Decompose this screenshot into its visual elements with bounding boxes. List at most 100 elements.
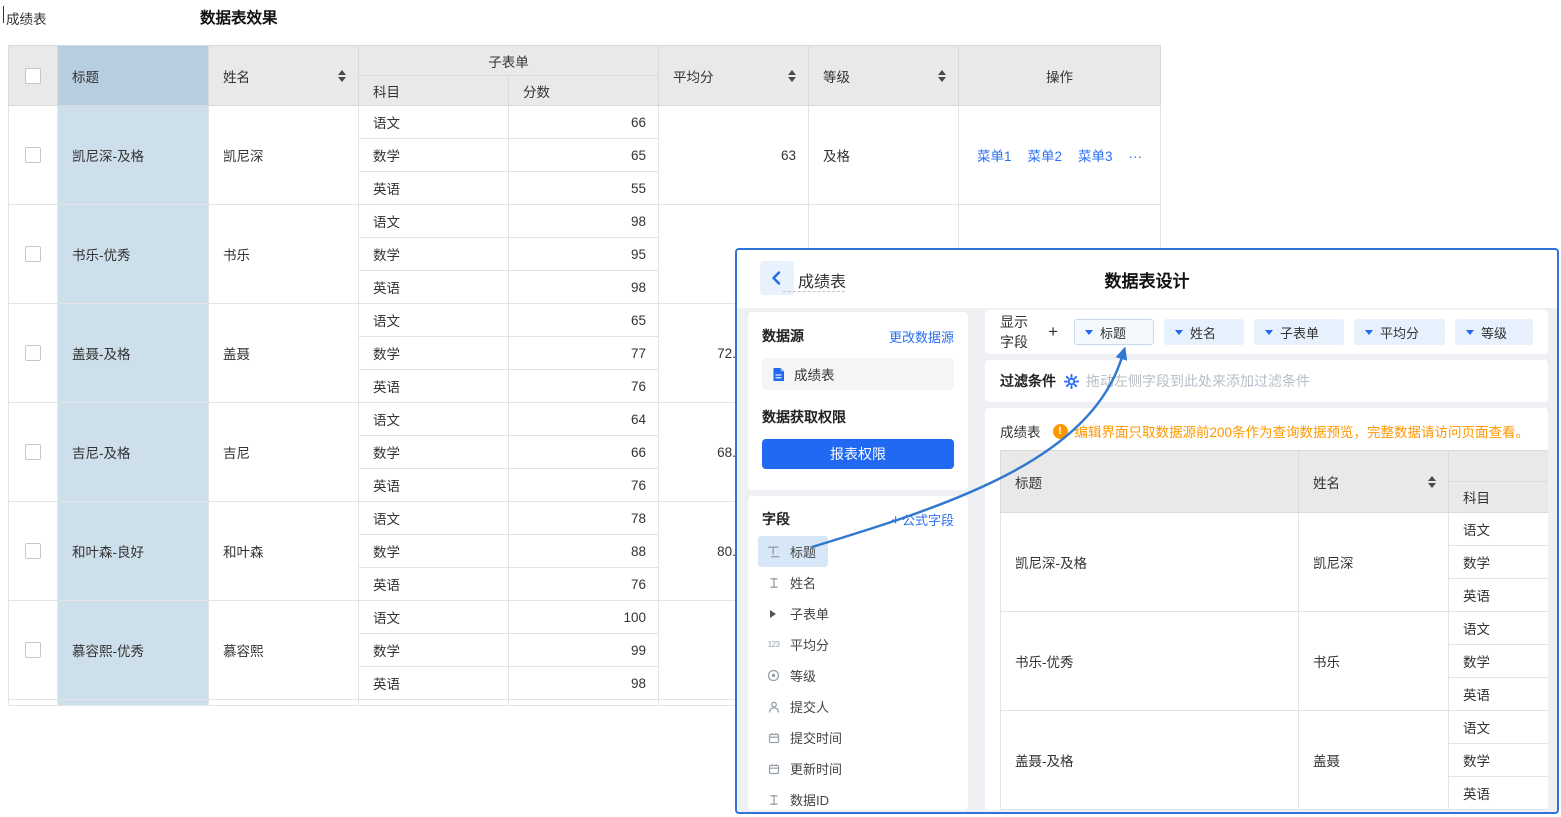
display-field-chip-等级[interactable]: 等级	[1455, 319, 1533, 345]
cell-subject: 语文	[359, 205, 509, 238]
checkbox-cell	[9, 502, 58, 601]
sort-icon[interactable]	[1428, 476, 1436, 488]
cell-subject: 语文	[359, 502, 509, 535]
column-header-name: 姓名	[209, 46, 359, 106]
datasource-item[interactable]: 成绩表	[762, 358, 954, 390]
cell-score: 65	[509, 139, 659, 172]
preview-table-body: 凯尼深-及格 凯尼深 语文 数学 英语 书乐-优秀 书乐 语文 数学 英语 盖聂…	[1001, 513, 1549, 810]
row-checkbox[interactable]	[25, 246, 41, 262]
field-item-label: 提交人	[790, 697, 829, 716]
cell-score: 99	[509, 634, 659, 667]
row-checkbox[interactable]	[25, 543, 41, 559]
change-datasource-link[interactable]: 更改数据源	[889, 327, 954, 346]
fields-heading: 字段	[762, 509, 790, 529]
sort-icon[interactable]	[788, 70, 796, 82]
datasource-item-label: 成绩表	[794, 364, 835, 384]
filter-placeholder: 拖动左侧字段到此处来添加过滤条件	[1086, 371, 1310, 391]
preview-column-header-name: 姓名	[1299, 451, 1449, 513]
field-item-更新时间[interactable]: 更新时间	[758, 753, 854, 784]
display-field-chips: 标题 姓名 子表单 平均分 等级	[1074, 319, 1533, 345]
cell-title: 凯尼深-及格	[58, 106, 209, 205]
cell-subject: 数学	[359, 238, 509, 271]
chip-label: 标题	[1100, 323, 1126, 342]
select-all-cell	[9, 46, 58, 106]
field-item-数据ID[interactable]: 数据ID	[758, 784, 841, 814]
preview-cell-subject: 语文	[1449, 711, 1549, 744]
preview-column-header-subform-group	[1449, 451, 1549, 482]
column-header-subform-group: 子表单	[359, 46, 659, 76]
field-item-等级[interactable]: 等级	[758, 660, 828, 691]
cell-grade: 及格	[809, 106, 959, 205]
calendar-icon	[766, 732, 781, 744]
cell-score: 66	[509, 106, 659, 139]
caret-down-icon	[1265, 330, 1273, 335]
person-icon	[766, 701, 781, 713]
action-link[interactable]: 菜单1	[977, 149, 1012, 164]
calendar-icon	[766, 763, 781, 775]
preview-cell-subject: 数学	[1449, 744, 1549, 777]
preview-table-row: 盖聂-及格 盖聂 语文	[1001, 711, 1549, 744]
add-display-field-button[interactable]: +	[1048, 322, 1058, 342]
fields-card: 字段 +公式字段 标题 姓名 子表单 123 平均分 等级 提交人 提交时间 更…	[748, 496, 968, 810]
preview-table-row: 凯尼深-及格 凯尼深 语文	[1001, 513, 1549, 546]
row-checkbox[interactable]	[25, 147, 41, 163]
display-field-chip-标题[interactable]: 标题	[1074, 319, 1154, 345]
preview-cell-name: 盖聂	[1299, 711, 1449, 810]
panel-title: 数据表设计	[737, 267, 1557, 292]
preview-source-label: 成绩表	[1000, 421, 1041, 441]
field-item-提交人[interactable]: 提交人	[758, 691, 841, 722]
cell-score: 76	[509, 370, 659, 403]
field-item-label: 提交时间	[790, 728, 842, 747]
sort-icon[interactable]	[338, 70, 346, 82]
cell-score: 98	[509, 271, 659, 304]
report-permission-button[interactable]: 报表权限	[762, 439, 954, 469]
field-item-label: 更新时间	[790, 759, 842, 778]
column-header-actions: 操作	[959, 46, 1161, 106]
datasource-heading: 数据源	[762, 326, 804, 346]
select-all-checkbox[interactable]	[25, 68, 41, 84]
preview-cell-name: 凯尼深	[1299, 513, 1449, 612]
display-field-chip-姓名[interactable]: 姓名	[1164, 319, 1244, 345]
preview-column-header-title: 标题	[1001, 451, 1299, 513]
row-checkbox[interactable]	[25, 642, 41, 658]
field-item-提交时间[interactable]: 提交时间	[758, 722, 854, 753]
field-item-姓名[interactable]: 姓名	[758, 567, 828, 598]
column-header-title: 标题	[58, 46, 209, 106]
cell-score: 76	[509, 469, 659, 502]
field-item-平均分[interactable]: 123 平均分	[758, 629, 841, 660]
cell-subject: 语文	[359, 304, 509, 337]
caret-down-icon	[1175, 330, 1183, 335]
number-icon: 123	[766, 640, 781, 649]
cell-subject: 英语	[359, 370, 509, 403]
checkbox-cell	[9, 304, 58, 403]
display-field-chip-平均分[interactable]: 平均分	[1354, 319, 1445, 345]
action-link[interactable]: 菜单2	[1027, 149, 1062, 164]
display-field-chip-子表单[interactable]: 子表单	[1254, 319, 1344, 345]
preview-cell-subject: 语文	[1449, 513, 1549, 546]
preview-cell-subject: 语文	[1449, 612, 1549, 645]
preview-cell-name: 书乐	[1299, 612, 1449, 711]
cell-score: 98	[509, 667, 659, 700]
cell-score: 98	[509, 205, 659, 238]
row-checkbox[interactable]	[25, 345, 41, 361]
caret-down-icon	[1085, 330, 1093, 335]
gear-icon[interactable]	[1064, 374, 1079, 389]
field-item-子表单[interactable]: 子表单	[758, 598, 841, 629]
cell-score: 64	[509, 403, 659, 436]
more-actions-icon[interactable]: ···	[1129, 149, 1143, 164]
formula-field-link[interactable]: +公式字段	[891, 510, 954, 529]
checkbox-cell	[9, 403, 58, 502]
action-link[interactable]: 菜单3	[1078, 149, 1113, 164]
row-checkbox[interactable]	[25, 444, 41, 460]
display-fields-label: 显示字段	[1000, 312, 1039, 352]
sheet-name-label: 成绩表	[6, 8, 47, 28]
cell-subject: 英语	[359, 568, 509, 601]
cell-score: 55	[509, 172, 659, 205]
cell-score: 88	[509, 535, 659, 568]
field-item-标题[interactable]: 标题	[758, 536, 828, 567]
design-panel: 成绩表 数据表设计 数据源 更改数据源 成绩表 数据获取权限 报表权限 字段 +…	[735, 248, 1559, 814]
cell-title: 书乐-优秀	[58, 205, 209, 304]
preview-cell-subject: 数学	[1449, 645, 1549, 678]
cell-average: 63	[659, 106, 809, 205]
sort-icon[interactable]	[938, 70, 946, 82]
